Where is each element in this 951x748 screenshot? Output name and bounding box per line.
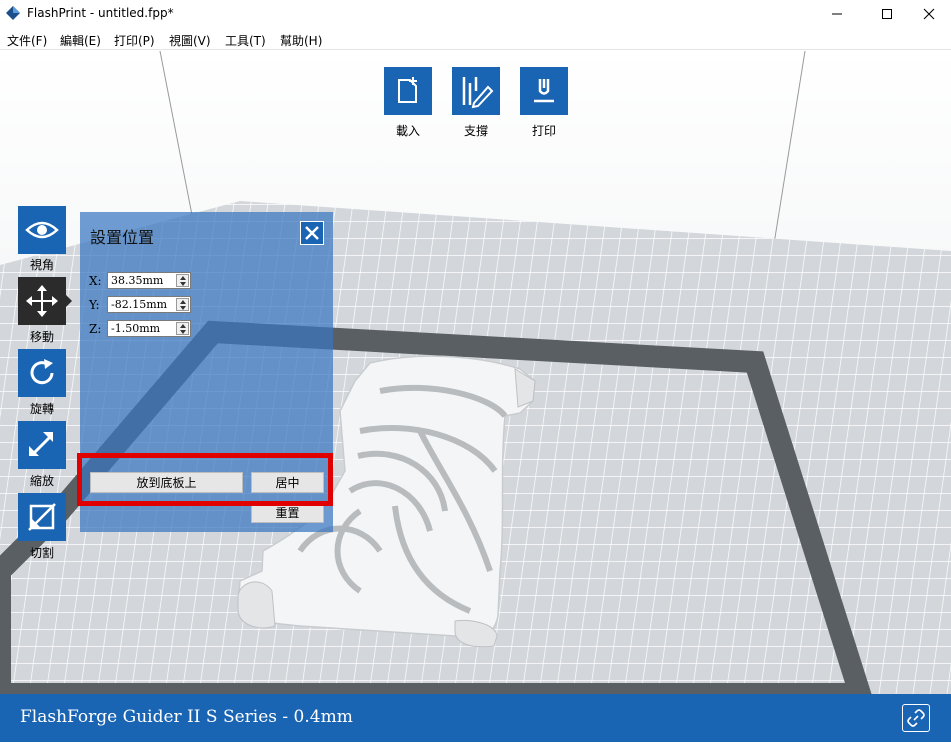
scale-tool-label: 縮放	[29, 474, 54, 488]
maximize-button[interactable]	[864, 0, 910, 28]
support-label: 支撐	[463, 124, 488, 138]
y-field	[107, 296, 191, 313]
active-tool-pointer	[66, 295, 72, 307]
menu-help[interactable]: 幫助(H)	[280, 32, 322, 49]
panel-title: 設置位置	[90, 228, 155, 247]
z-spinner[interactable]	[176, 322, 189, 335]
menu-view[interactable]: 視圖(V)	[169, 32, 211, 49]
highlight-annotation	[77, 453, 333, 506]
z-label: Z:	[89, 322, 102, 336]
rotate-tool-button[interactable]	[18, 349, 66, 397]
close-window-button[interactable]	[906, 0, 951, 28]
printer-name: FlashForge Guider II S Series - 0.4mm	[20, 707, 353, 727]
move-tool-button[interactable]	[18, 277, 66, 325]
connect-printer-button[interactable]	[902, 704, 930, 732]
menu-bar: 文件(F) 編輯(E) 打印(P) 視圖(V) 工具(T) 幫助(H)	[0, 28, 951, 50]
link-icon	[907, 709, 925, 727]
view-tool-button[interactable]	[18, 206, 66, 254]
cut-tool-label: 切割	[29, 546, 54, 560]
eye-icon	[25, 221, 59, 239]
support-icon	[462, 77, 494, 109]
minimize-icon	[832, 13, 842, 15]
z-field	[107, 320, 191, 337]
cut-icon	[28, 503, 56, 531]
move-tool-label: 移動	[29, 330, 54, 344]
menu-edit[interactable]: 編輯(E)	[60, 32, 101, 49]
z-input[interactable]	[109, 321, 173, 336]
move-icon	[26, 285, 58, 317]
x-input[interactable]	[109, 273, 173, 288]
minimize-button[interactable]	[814, 0, 860, 28]
scale-icon	[29, 432, 53, 456]
y-label: Y:	[89, 298, 100, 312]
load-label: 載入	[395, 124, 420, 138]
scale-tool-button[interactable]	[18, 421, 66, 469]
title-bar: FlashPrint - untitled.fpp*	[0, 0, 951, 28]
flashprint-logo-icon	[6, 6, 20, 20]
cut-tool-button[interactable]	[18, 493, 66, 541]
x-spinner[interactable]	[176, 274, 189, 287]
y-input[interactable]	[109, 297, 173, 312]
window-bottom-edge	[0, 742, 951, 748]
view-tool-label: 視角	[29, 258, 54, 272]
close-icon	[305, 226, 319, 240]
support-button[interactable]	[452, 67, 500, 115]
menu-tools[interactable]: 工具(T)	[225, 32, 266, 49]
close-icon	[923, 8, 935, 20]
print-label: 打印	[531, 124, 556, 138]
y-spinner[interactable]	[176, 298, 189, 311]
window-title: FlashPrint - untitled.fpp*	[27, 6, 174, 20]
x-label: X:	[89, 274, 102, 288]
print-button[interactable]	[520, 67, 568, 115]
menu-file[interactable]: 文件(F)	[7, 32, 47, 49]
rotate-tool-label: 旋轉	[29, 402, 54, 416]
menu-print[interactable]: 打印(P)	[114, 32, 155, 49]
load-file-icon	[398, 77, 417, 103]
panel-close-button[interactable]	[300, 221, 324, 245]
x-field	[107, 272, 191, 289]
load-button[interactable]	[384, 67, 432, 115]
maximize-icon	[882, 9, 892, 19]
build-viewport[interactable]: 載入 支撐 打印 視角 移動 旋轉 縮放 切割 設置位置 X: 38.35mm …	[0, 51, 951, 694]
status-bar: FlashForge Guider II S Series - 0.4mm	[0, 694, 951, 742]
rotate-icon	[30, 359, 54, 385]
print-icon	[534, 79, 554, 103]
